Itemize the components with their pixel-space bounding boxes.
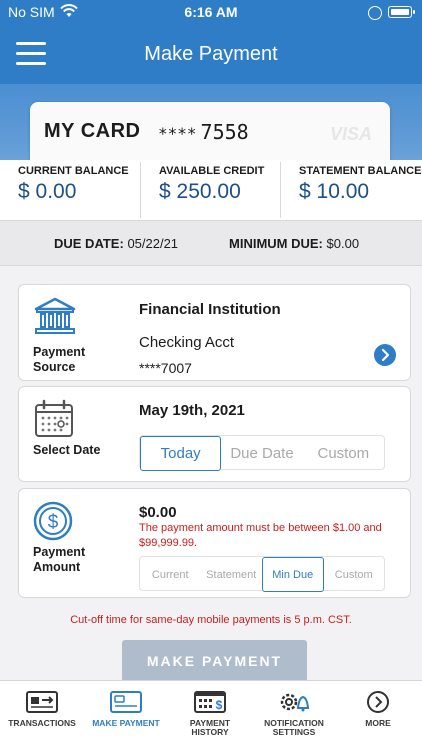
tab-more[interactable]: MORE <box>336 681 422 750</box>
due-date: DUE DATE: 05/22/21 <box>54 236 178 251</box>
statement-balance-label: STATEMENT BALANCE <box>299 165 422 177</box>
card-number: **** 7558 <box>158 120 249 144</box>
card-number-mask: **** <box>158 124 197 143</box>
minimum-due-value: $0.00 <box>326 236 360 251</box>
nav-bar: Make Payment <box>0 26 422 84</box>
tab-label: MAKE PAYMENT <box>92 718 160 728</box>
card-last4: 7558 <box>200 120 249 144</box>
tab-make-payment[interactable]: MAKE PAYMENT <box>84 681 168 750</box>
card-banner: MY CARD **** 7558 VISA <box>0 84 422 160</box>
select-date-panel: Select Date May 19th, 2021 Today Due Dat… <box>18 386 411 482</box>
battery-icon <box>388 6 415 18</box>
card-name: MY CARD <box>44 120 141 142</box>
bank-icon <box>34 297 76 334</box>
due-date-label: DUE DATE: <box>54 236 124 251</box>
chevron-right-circle-icon <box>367 691 389 713</box>
tab-label: TRANSACTIONS <box>8 718 76 728</box>
tab-notification-settings[interactable]: NOTIFICATION SETTINGS <box>252 681 336 750</box>
minimum-due-label: MINIMUM DUE: <box>229 236 323 251</box>
chevron-right-icon[interactable] <box>374 344 396 366</box>
source-account-type: Checking Acct <box>139 334 235 351</box>
card-icon <box>110 691 142 713</box>
payment-amount-value[interactable]: $0.00 <box>139 504 177 521</box>
tab-transactions[interactable]: TRANSACTIONS <box>0 681 84 750</box>
minimum-due: MINIMUM DUE: $0.00 <box>229 236 359 251</box>
tab-label: MORE <box>365 718 391 728</box>
clock: 6:16 AM <box>184 4 238 20</box>
credit-card: MY CARD **** 7558 VISA <box>30 102 390 160</box>
tab-label: PAYMENT HISTORY <box>189 718 231 737</box>
current-balance: CURRENT BALANCE $ 0.00 <box>0 160 140 220</box>
amount-option-current[interactable]: Current <box>140 557 201 592</box>
available-credit-label: AVAILABLE CREDIT <box>159 165 265 177</box>
amount-option-statement[interactable]: Statement <box>201 557 262 592</box>
payment-amount-icon-group: $ Payment Amount <box>19 489 129 597</box>
selected-date: May 19th, 2021 <box>139 402 245 419</box>
current-balance-value: $ 0.00 <box>18 180 77 203</box>
payment-source-panel[interactable]: Payment Source Financial Institution Che… <box>18 284 411 381</box>
payment-source-label: Payment Source <box>33 345 86 374</box>
svg-text:$: $ <box>48 512 59 533</box>
due-date-value: 05/22/21 <box>127 236 179 251</box>
calendar-icon <box>35 399 73 437</box>
status-bar: No SIM 6:16 AM <box>0 0 422 26</box>
card-brand-logo: VISA <box>329 124 372 144</box>
page-title: Make Payment <box>144 43 278 65</box>
gear-bell-icon <box>280 693 310 712</box>
statement-balance-value: $ 10.00 <box>299 180 370 203</box>
svg-text:$: $ <box>216 698 223 712</box>
tab-payment-history[interactable]: $ PAYMENT HISTORY <box>168 681 252 750</box>
lock-rotation-icon <box>368 6 382 20</box>
payment-amount-label: Payment Amount <box>33 545 86 574</box>
make-payment-button[interactable]: MAKE PAYMENT <box>122 640 307 682</box>
cutoff-notice: Cut-off time for same-day mobile payment… <box>70 614 352 626</box>
amount-option-custom[interactable]: Custom <box>324 557 385 592</box>
amount-option-min-due[interactable]: Min Due <box>261 557 324 592</box>
payment-amount-panel: $ Payment Amount $0.00 The payment amoun… <box>18 488 411 598</box>
available-credit: AVAILABLE CREDIT $ 250.00 <box>140 162 280 218</box>
transactions-icon <box>26 691 58 713</box>
statement-balance: STATEMENT BALANCE $ 10.00 <box>280 162 422 218</box>
source-institution: Financial Institution <box>139 301 281 318</box>
available-credit-value: $ 250.00 <box>159 180 241 203</box>
balance-summary: CURRENT BALANCE $ 0.00 AVAILABLE CREDIT … <box>0 160 422 220</box>
source-account-number: ****7007 <box>139 360 192 376</box>
date-option-custom[interactable]: Custom <box>303 436 384 471</box>
due-summary: DUE DATE: 05/22/21 MINIMUM DUE: $0.00 <box>0 220 422 266</box>
tab-bar: TRANSACTIONS MAKE PAYMENT $ PAYMENT HIST… <box>0 680 422 750</box>
payment-source-icon-group: Payment Source <box>19 285 129 380</box>
select-date-label: Select Date <box>33 443 101 457</box>
calendar-dollar-icon: $ <box>194 691 226 713</box>
amount-selector: Current Statement Min Due Custom <box>139 556 385 592</box>
current-balance-label: CURRENT BALANCE <box>18 165 129 177</box>
amount-error-message: The payment amount must be between $1.00… <box>139 522 382 549</box>
select-date-icon-group: Select Date <box>19 387 129 481</box>
date-selector: Today Due Date Custom <box>139 435 385 471</box>
dollar-circle-icon: $ <box>33 501 73 541</box>
tab-label: NOTIFICATION SETTINGS <box>264 718 324 737</box>
date-option-due-date[interactable]: Due Date <box>221 436 302 471</box>
date-option-today[interactable]: Today <box>140 436 222 471</box>
